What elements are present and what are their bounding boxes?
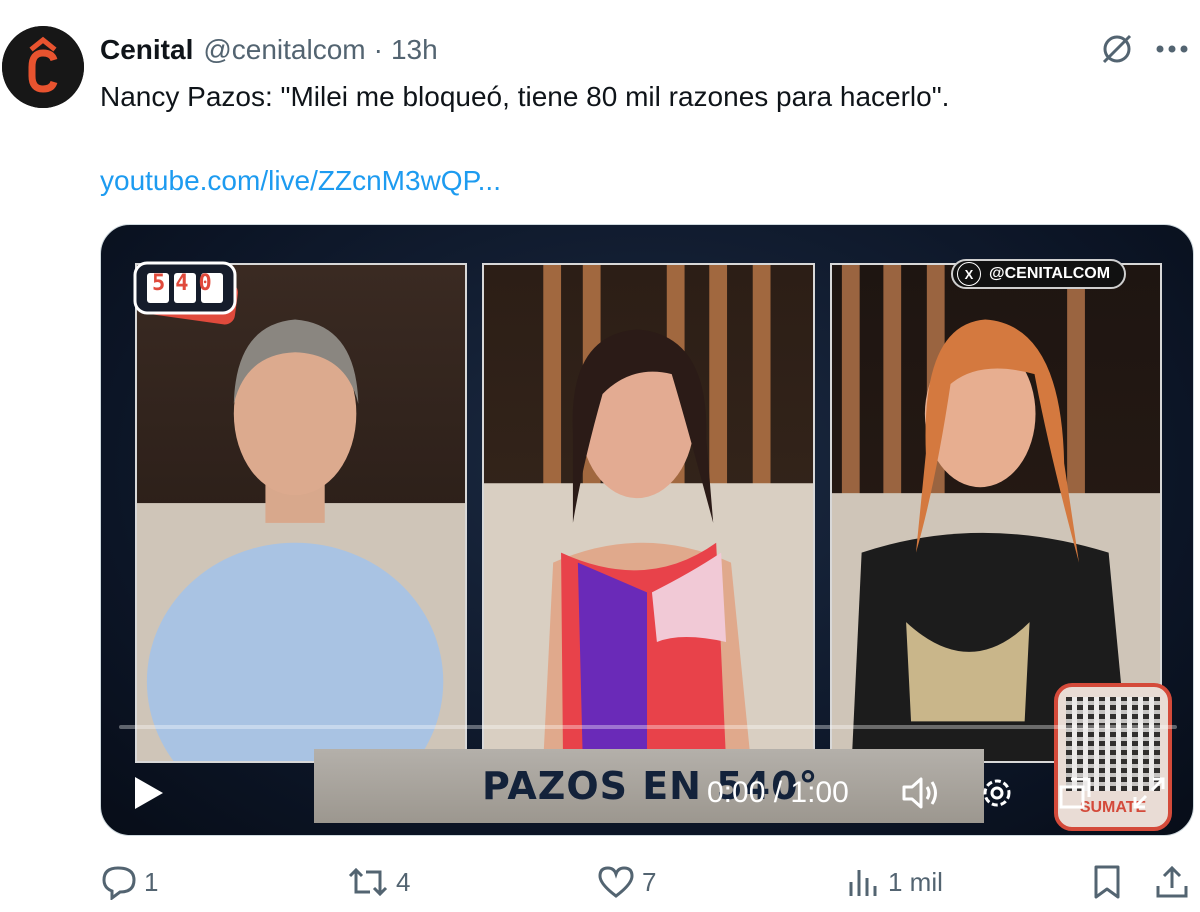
person-center-image bbox=[484, 265, 813, 761]
show-logo-text: 540 bbox=[152, 271, 222, 296]
fullscreen-button[interactable] bbox=[1127, 771, 1171, 815]
video-progress-bar[interactable] bbox=[119, 725, 1177, 729]
video-panel-left bbox=[135, 263, 467, 763]
like-button[interactable]: 7 bbox=[596, 864, 656, 900]
like-count: 7 bbox=[642, 866, 657, 897]
repost-icon bbox=[348, 867, 388, 897]
play-button[interactable] bbox=[129, 773, 169, 813]
share-icon bbox=[1156, 865, 1188, 898]
avatar[interactable] bbox=[2, 26, 84, 108]
video-player[interactable]: 540 X @CENITALCOM PAZOS EN 540° SUMATE 0… bbox=[100, 224, 1194, 836]
show-logo: 540 bbox=[133, 257, 241, 325]
timestamp[interactable]: 13h bbox=[391, 34, 438, 66]
tweet-link[interactable]: youtube.com/live/ZZcnM3wQP... bbox=[100, 160, 501, 202]
picture-in-picture-button[interactable] bbox=[1053, 771, 1097, 815]
tweet-text: Nancy Pazos: "Milei me bloqueó, tiene 80… bbox=[100, 81, 950, 112]
grok-icon bbox=[1102, 34, 1132, 64]
settings-button[interactable] bbox=[975, 771, 1019, 815]
x-handle-text: @CENITALCOM bbox=[989, 265, 1111, 282]
video-lower-third: PAZOS EN 540° bbox=[314, 749, 984, 823]
video-time-separator: / bbox=[765, 776, 791, 809]
tweet-header: Cenital @cenitalcom · 13h bbox=[100, 30, 438, 70]
repost-count: 4 bbox=[396, 866, 411, 897]
separator-dot: · bbox=[373, 34, 383, 65]
author-handle[interactable]: @cenitalcom bbox=[203, 34, 365, 66]
video-total-time: 1:00 bbox=[790, 776, 849, 809]
x-logo-icon: X bbox=[957, 262, 981, 286]
more-icon bbox=[1156, 45, 1188, 53]
grok-button[interactable] bbox=[1096, 28, 1138, 70]
reply-count: 1 bbox=[144, 866, 159, 897]
pip-icon bbox=[1059, 777, 1091, 809]
x-handle-tag: X @CENITALCOM bbox=[951, 259, 1127, 289]
volume-icon bbox=[902, 777, 937, 809]
settings-icon bbox=[983, 779, 1011, 807]
author-name[interactable]: Cenital bbox=[100, 34, 193, 66]
play-icon bbox=[135, 777, 163, 809]
like-icon bbox=[598, 866, 634, 898]
bookmark-icon bbox=[1094, 865, 1120, 899]
repost-button[interactable]: 4 bbox=[346, 864, 410, 900]
video-panel-center bbox=[482, 263, 815, 763]
person-left-image bbox=[137, 319, 465, 761]
views-icon bbox=[849, 870, 877, 896]
share-button[interactable] bbox=[1154, 864, 1196, 900]
views-button[interactable]: 1 mil bbox=[846, 864, 943, 900]
more-button[interactable] bbox=[1150, 28, 1194, 70]
video-current-time: 0:00 bbox=[707, 776, 766, 809]
reply-icon bbox=[102, 866, 136, 900]
fullscreen-icon bbox=[1133, 777, 1165, 809]
views-count: 1 mil bbox=[888, 866, 943, 897]
video-time-readout: 0:00 / 1:00 bbox=[707, 773, 849, 813]
bookmark-button[interactable] bbox=[1090, 864, 1130, 900]
volume-button[interactable] bbox=[899, 771, 943, 815]
cenital-logo-icon bbox=[2, 26, 84, 108]
reply-button[interactable]: 1 bbox=[100, 864, 158, 900]
tweet-action-bar: 1 4 7 1 mil bbox=[0, 864, 1200, 908]
